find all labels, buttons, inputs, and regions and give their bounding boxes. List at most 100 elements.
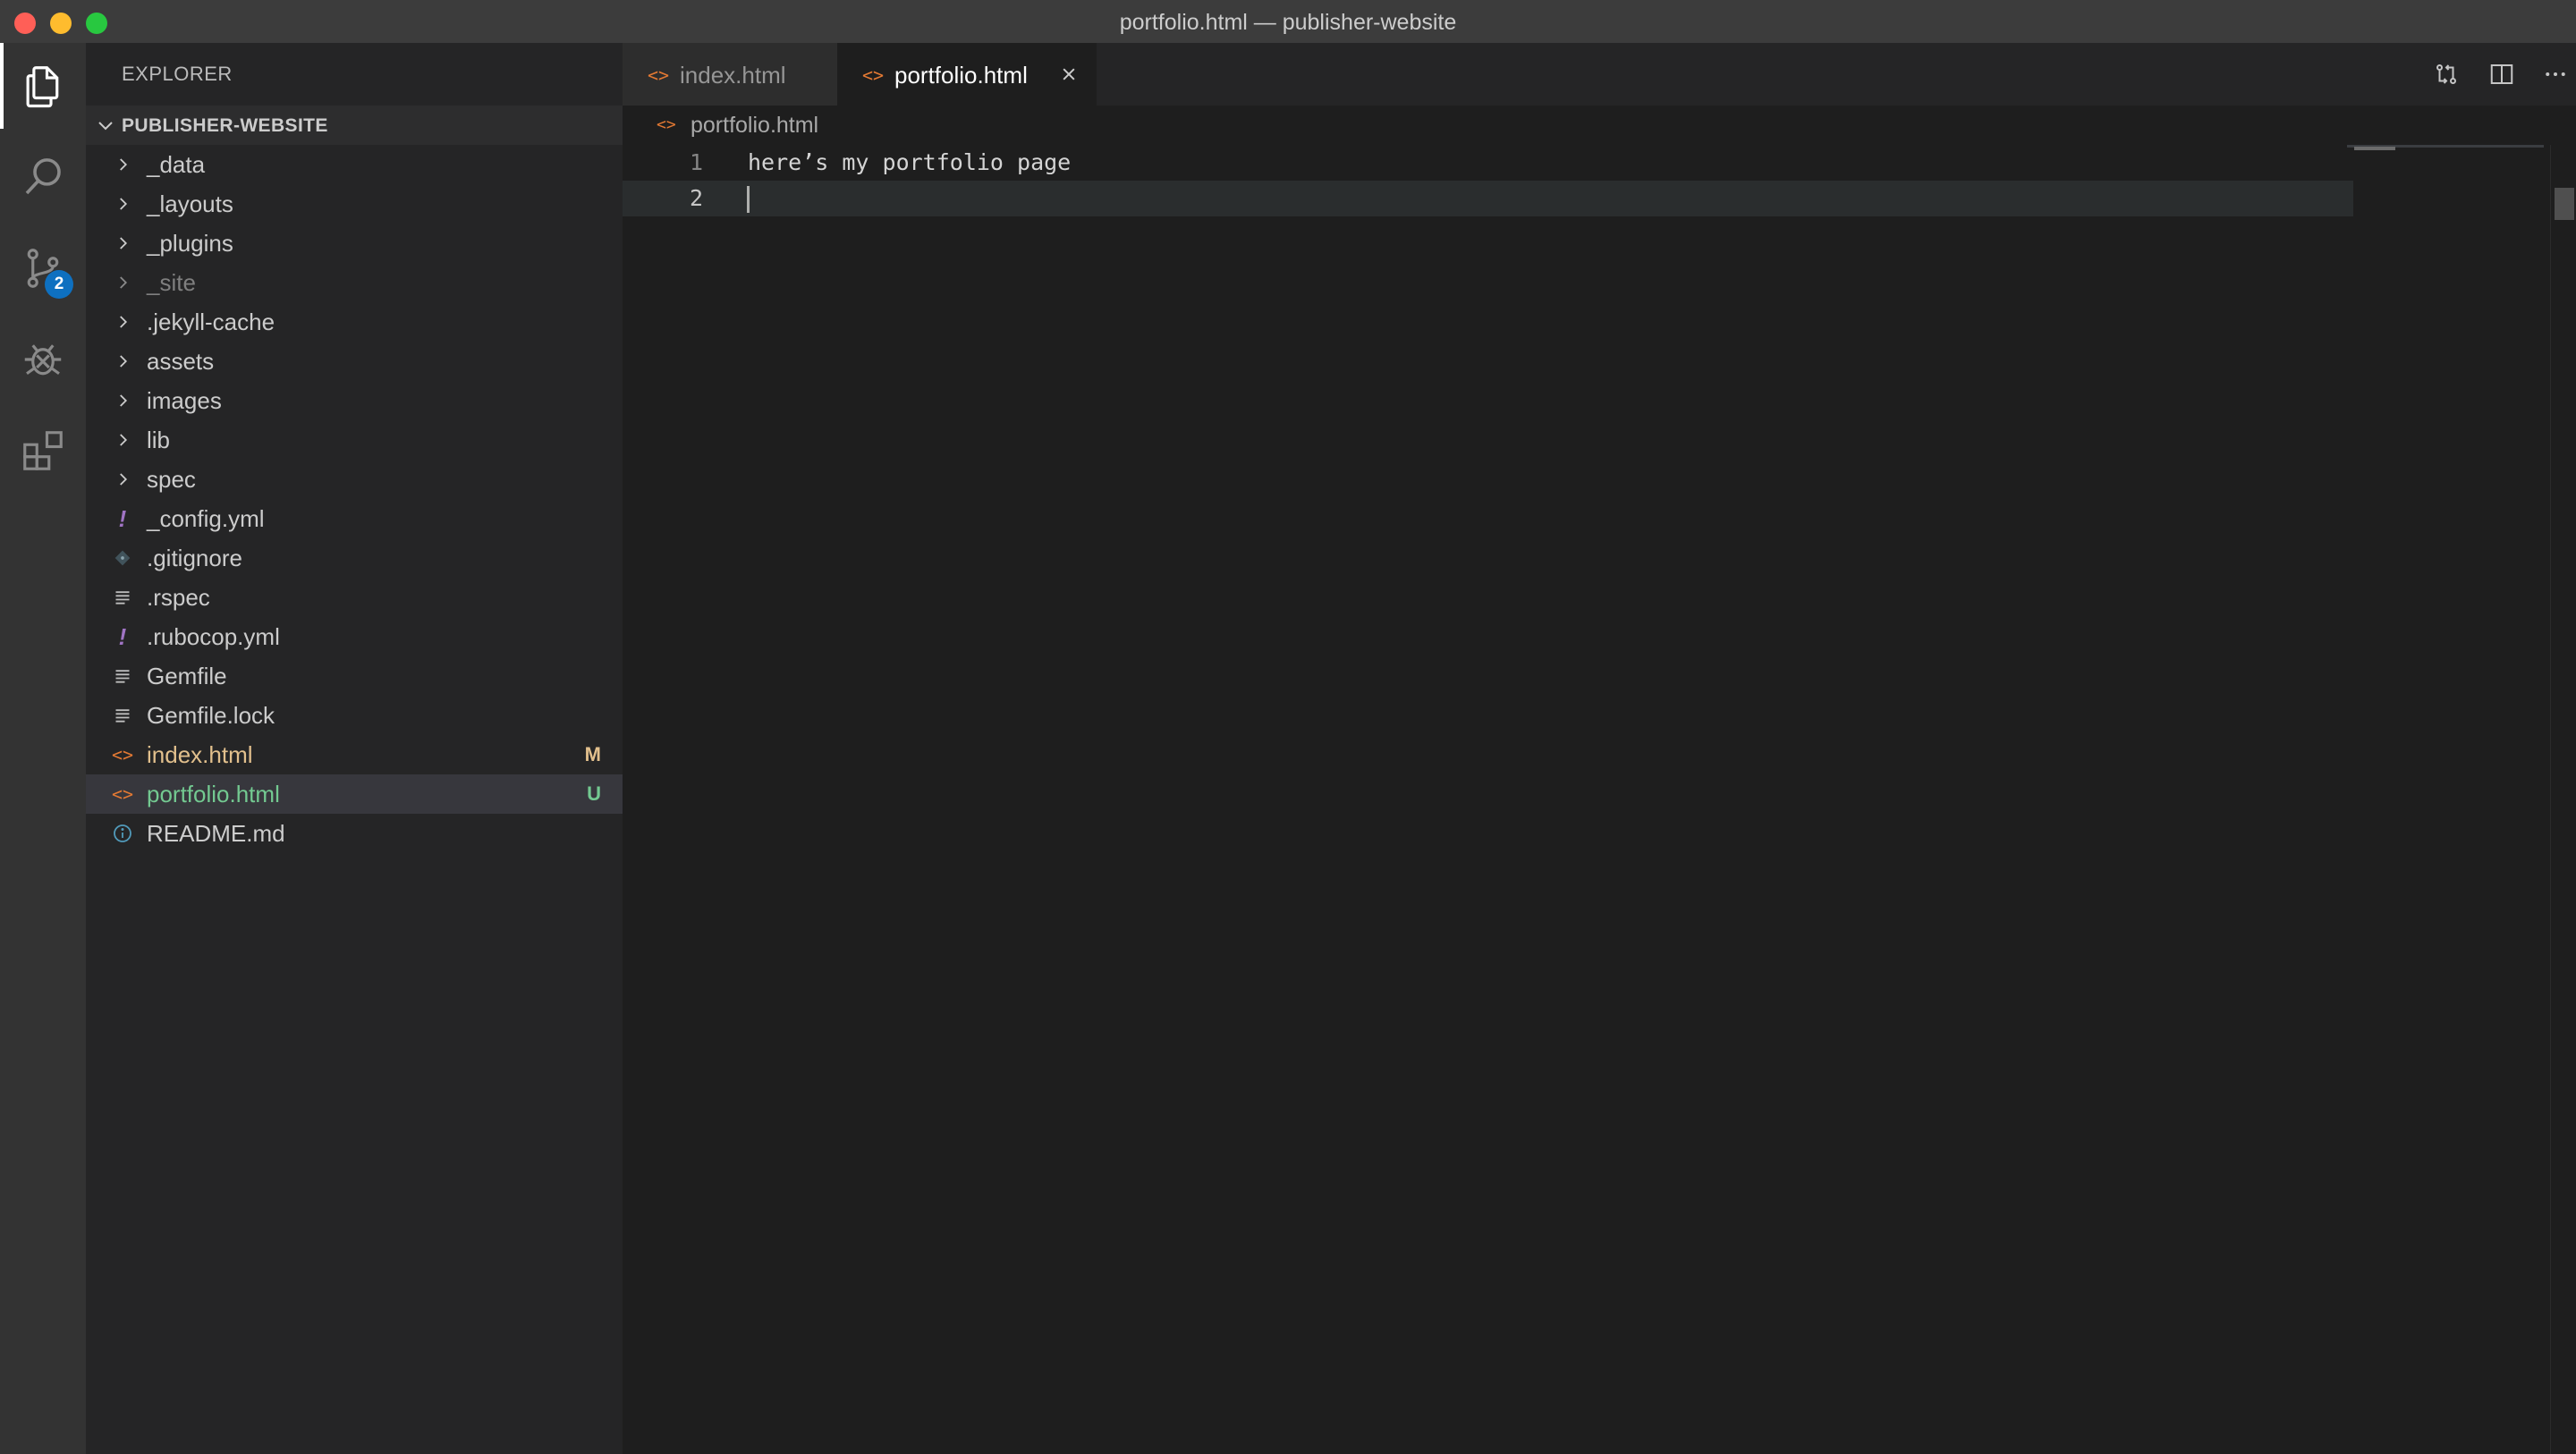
chevron-right-icon bbox=[111, 263, 134, 302]
tree-item-readme[interactable]: README.md bbox=[86, 814, 623, 853]
tree-item-config-yml[interactable]: ! _config.yml bbox=[86, 499, 623, 538]
chevron-down-icon bbox=[95, 114, 116, 141]
line-text: here’s my portfolio page bbox=[748, 149, 1072, 175]
tab-index-html[interactable]: <> index.html bbox=[623, 43, 837, 106]
tree-item-label: portfolio.html bbox=[147, 781, 280, 807]
breadcrumb[interactable]: <> portfolio.html bbox=[623, 106, 2576, 145]
tree-item-images[interactable]: images bbox=[86, 381, 623, 420]
tree-item-label: index.html bbox=[147, 741, 253, 768]
tree-item-label: Gemfile bbox=[147, 663, 227, 689]
tree-item-label: _site bbox=[147, 269, 196, 296]
tree-item-label: _data bbox=[147, 151, 206, 178]
activity-source-control[interactable]: 2 bbox=[0, 225, 86, 311]
tree-item-label: assets bbox=[147, 348, 215, 375]
tree-item-label: spec bbox=[147, 466, 196, 493]
debug-icon bbox=[24, 344, 62, 376]
tab-label: portfolio.html bbox=[894, 62, 1028, 89]
tree-item-lib[interactable]: lib bbox=[86, 420, 623, 460]
tree-item-assets[interactable]: assets bbox=[86, 342, 623, 381]
html-file-icon: <> bbox=[111, 744, 134, 765]
tree-item-index-html[interactable]: <> index.html M bbox=[86, 735, 623, 774]
tree-item-gitignore[interactable]: .gitignore bbox=[86, 538, 623, 578]
tree-item-label: _config.yml bbox=[147, 505, 265, 532]
tree-item-label: .rspec bbox=[147, 584, 210, 611]
html-file-icon: <> bbox=[648, 64, 670, 86]
tree-item-rspec[interactable]: .rspec bbox=[86, 578, 623, 617]
tree-item-plugins[interactable]: _plugins bbox=[86, 224, 623, 263]
git-file-icon bbox=[111, 538, 134, 578]
split-editor-icon[interactable] bbox=[2487, 59, 2517, 89]
window-title: portfolio.html — publisher-website bbox=[1119, 10, 1457, 35]
yaml-file-icon: ! bbox=[118, 623, 127, 650]
sidebar-title: EXPLORER bbox=[122, 63, 233, 85]
file-tree: _data _layouts _plugins _site .jekyll-ca… bbox=[86, 145, 623, 853]
editor-area: <> index.html <> portfolio.html <> portf… bbox=[623, 43, 2576, 1454]
tree-item-gemfile-lock[interactable]: Gemfile.lock bbox=[86, 696, 623, 735]
vertical-scrollbar[interactable] bbox=[2550, 145, 2576, 1454]
chevron-right-icon bbox=[111, 224, 134, 263]
tree-item-data[interactable]: _data bbox=[86, 145, 623, 184]
workspace-folder-header[interactable]: PUBLISHER-WEBSITE bbox=[86, 106, 623, 145]
activity-extensions[interactable] bbox=[0, 408, 86, 494]
chevron-right-icon bbox=[111, 342, 134, 381]
more-actions-icon[interactable] bbox=[2540, 59, 2571, 89]
html-file-icon: <> bbox=[111, 783, 134, 805]
tree-item-site[interactable]: _site bbox=[86, 263, 623, 302]
git-status-badge: U bbox=[587, 782, 601, 805]
tree-item-label: images bbox=[147, 387, 222, 414]
chevron-right-icon bbox=[111, 420, 134, 460]
tree-item-label: .gitignore bbox=[147, 545, 242, 571]
git-status-badge: M bbox=[584, 743, 601, 765]
line-number: 2 bbox=[689, 185, 703, 211]
code-line-current[interactable]: 2 bbox=[623, 181, 2353, 216]
files-icon bbox=[26, 66, 59, 108]
scrollbar-thumb[interactable] bbox=[2555, 188, 2574, 220]
activity-explorer[interactable] bbox=[0, 43, 86, 129]
vscode-window: portfolio.html — publisher-website 2 EXP… bbox=[0, 0, 2576, 1454]
chevron-right-icon bbox=[111, 381, 134, 420]
text-cursor bbox=[747, 186, 750, 213]
minimap-line bbox=[2354, 147, 2395, 150]
tree-item-label: lib bbox=[147, 427, 171, 453]
tree-item-label: .jekyll-cache bbox=[147, 309, 275, 335]
text-file-icon bbox=[111, 578, 134, 617]
yaml-file-icon: ! bbox=[118, 505, 127, 532]
activity-bar: 2 bbox=[0, 43, 86, 1454]
search-icon bbox=[25, 158, 61, 195]
text-file-icon bbox=[111, 696, 134, 735]
tree-item-label: _plugins bbox=[147, 230, 233, 257]
activity-debug[interactable] bbox=[0, 317, 86, 402]
chevron-right-icon bbox=[111, 460, 134, 499]
chevron-right-icon bbox=[111, 302, 134, 342]
explorer-sidebar: EXPLORER PUBLISHER-WEBSITE _data _layout… bbox=[86, 43, 623, 1454]
tab-label: index.html bbox=[680, 62, 786, 89]
chevron-right-icon bbox=[111, 184, 134, 224]
workspace-folder-label: PUBLISHER-WEBSITE bbox=[122, 115, 328, 136]
close-icon[interactable] bbox=[1057, 63, 1080, 86]
tree-item-label: .rubocop.yml bbox=[147, 623, 280, 650]
tree-item-label: README.md bbox=[147, 820, 285, 847]
info-icon bbox=[111, 814, 134, 853]
tree-item-rubocop-yml[interactable]: ! .rubocop.yml bbox=[86, 617, 623, 656]
code-editor[interactable]: 1 here’s my portfolio page 2 bbox=[623, 145, 2576, 216]
tab-portfolio-html[interactable]: <> portfolio.html bbox=[837, 43, 1097, 106]
tree-item-portfolio-html[interactable]: <> portfolio.html U bbox=[86, 774, 623, 814]
open-changes-icon[interactable] bbox=[2431, 59, 2462, 89]
extensions-icon bbox=[23, 431, 63, 470]
tree-item-layouts[interactable]: _layouts bbox=[86, 184, 623, 224]
activity-search[interactable] bbox=[0, 134, 86, 220]
breadcrumb-file[interactable]: portfolio.html bbox=[691, 106, 818, 145]
tree-item-gemfile[interactable]: Gemfile bbox=[86, 656, 623, 696]
title-bar: portfolio.html — publisher-website bbox=[0, 0, 2576, 44]
minimap[interactable] bbox=[2347, 145, 2544, 1454]
chevron-right-icon bbox=[111, 145, 134, 184]
code-line[interactable]: 1 here’s my portfolio page bbox=[623, 145, 2353, 181]
text-file-icon bbox=[111, 656, 134, 696]
tree-item-spec[interactable]: spec bbox=[86, 460, 623, 499]
editor-tabs: <> index.html <> portfolio.html bbox=[623, 43, 2576, 106]
tree-item-label: Gemfile.lock bbox=[147, 702, 275, 729]
source-control-badge: 2 bbox=[45, 270, 73, 299]
line-number: 1 bbox=[689, 149, 703, 175]
html-file-icon: <> bbox=[862, 64, 885, 86]
tree-item-jekyll-cache[interactable]: .jekyll-cache bbox=[86, 302, 623, 342]
